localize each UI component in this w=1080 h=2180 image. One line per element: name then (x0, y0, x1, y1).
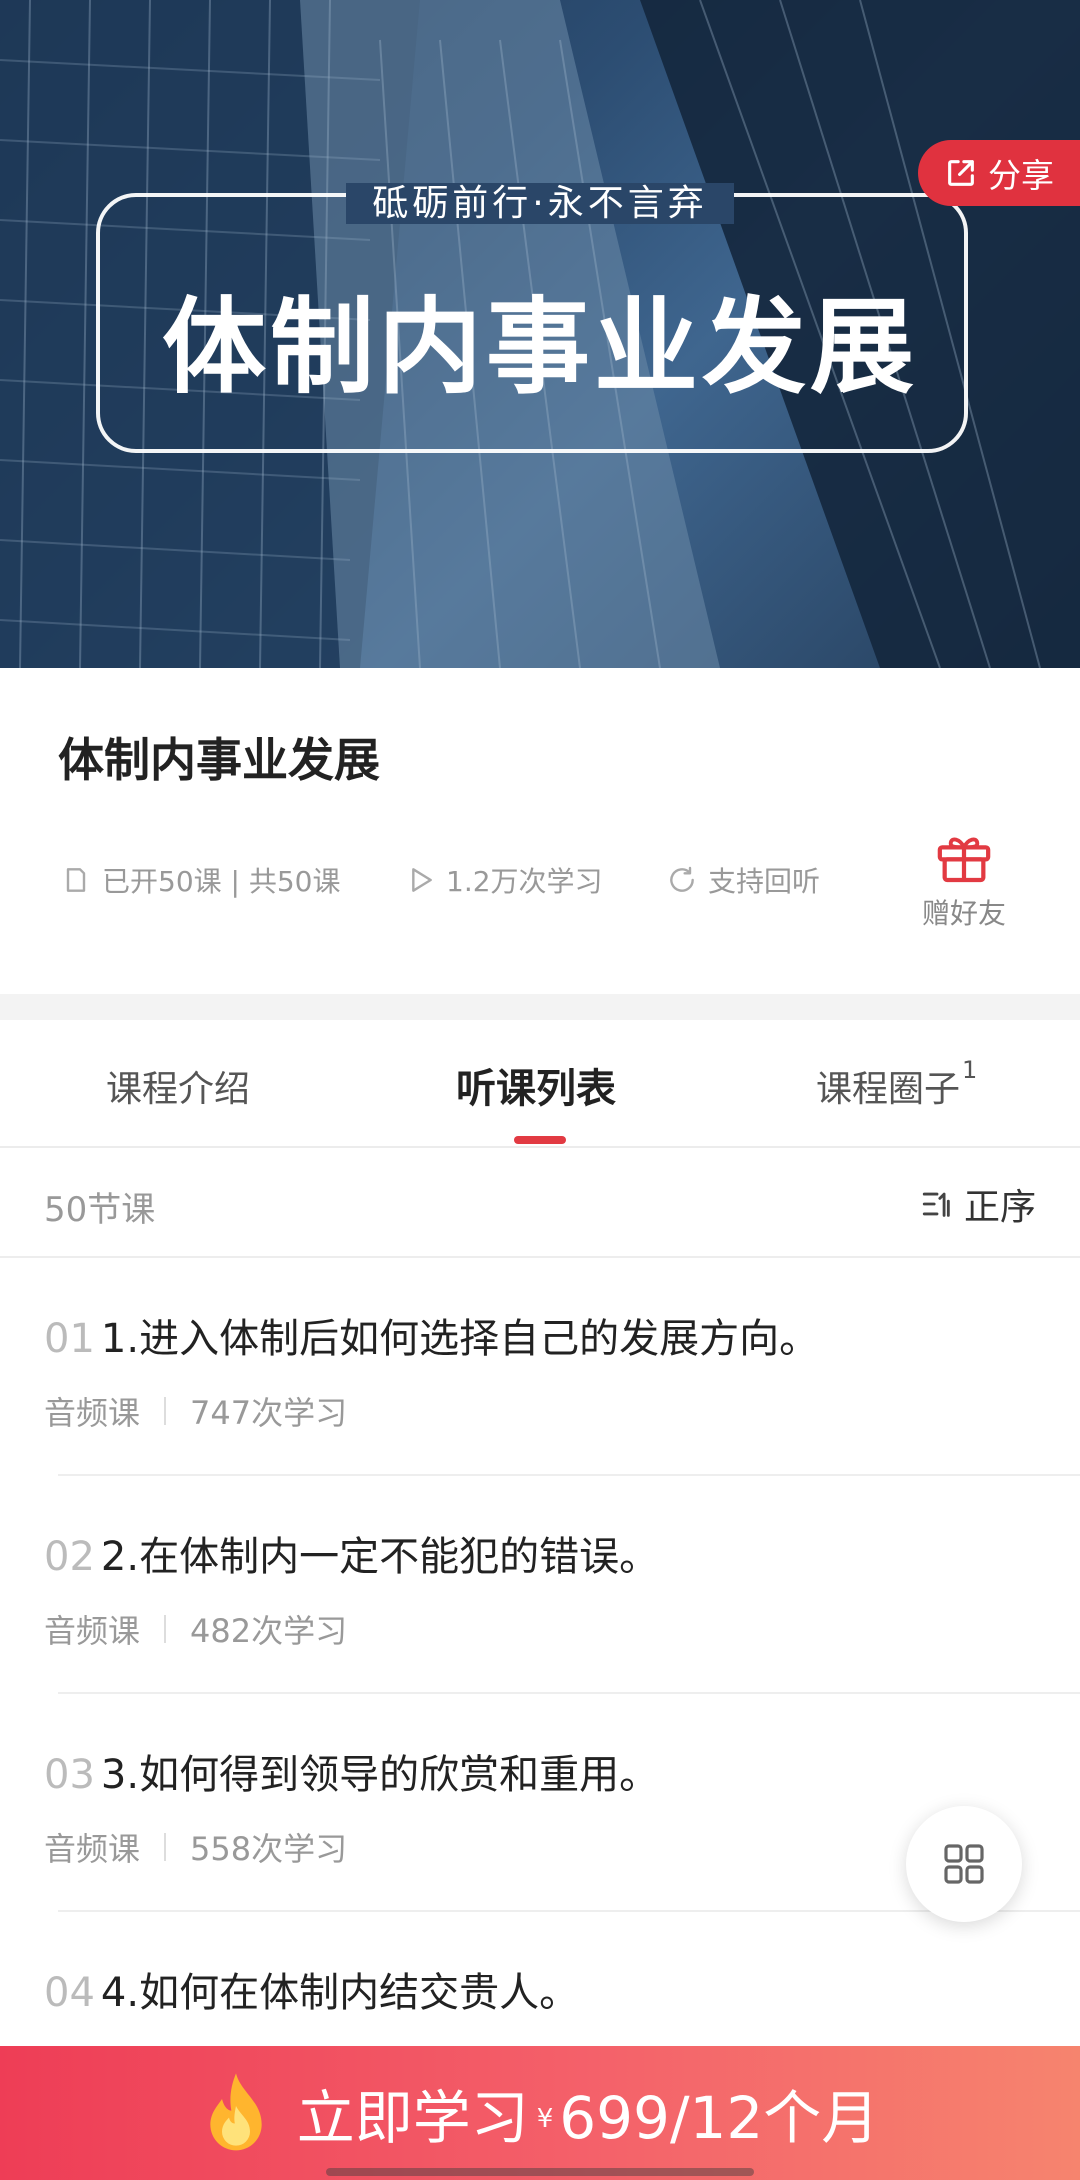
lesson-title: 4.如何在体制内结交贵人。 (100, 1970, 580, 2016)
cta-price: 699/12个月 (559, 2084, 880, 2152)
sort-icon (922, 1192, 950, 1217)
lesson-title: 1.进入体制后如何选择自己的发展方向。 (100, 1316, 820, 1362)
home-indicator (326, 2168, 754, 2176)
course-banner: 砥砺前行·永不言弃 体制内事业发展 分享 (0, 0, 1080, 668)
replay-meta: 支持回听 (666, 858, 820, 902)
tab-bar: 课程介绍 听课列表 课程圈子1 (0, 1020, 1080, 1148)
lesson-title: 3.如何得到领导的欣赏和重用。 (100, 1752, 660, 1798)
lesson-item[interactable]: 01 1.进入体制后如何选择自己的发展方向。 音频课 747次学习 (0, 1258, 1080, 1476)
banner-title: 体制内事业发展 (161, 286, 918, 408)
gift-label: 赠好友 (921, 897, 1006, 930)
banner-subtitle: 砥砺前行·永不言弃 (0, 174, 1080, 226)
lesson-title: 2.在体制内一定不能犯的错误。 (100, 1534, 660, 1580)
document-icon (66, 868, 86, 892)
lesson-type: 音频课 (44, 1612, 141, 1650)
section-divider (0, 994, 1080, 1020)
plays-meta: 1.2万次学习 (404, 858, 603, 902)
study-now-button[interactable]: 立即学习 ¥ 699/12个月 (0, 2046, 1080, 2180)
sort-button[interactable]: 正序 (920, 1178, 1036, 1230)
lesson-plays: 747次学习 (190, 1394, 348, 1432)
lessons-meta-text: 已开50课 | 共50课 (102, 865, 341, 898)
share-label: 分享 (988, 156, 1054, 195)
lesson-count: 50节课 (44, 1190, 156, 1230)
lesson-title-row: 01 1.进入体制后如何选择自己的发展方向。 (44, 1306, 819, 1364)
tab-lesson-list[interactable]: 听课列表 (456, 1056, 616, 1114)
meta-separator (164, 1833, 167, 1861)
gift-friend-button[interactable]: 赠好友 (916, 830, 1012, 932)
lesson-type: 音频课 (44, 1830, 141, 1868)
lesson-number: 04 (44, 1970, 95, 2016)
lesson-number: 02 (44, 1534, 95, 1580)
lessons-meta: 已开50课 | 共50课 (60, 858, 341, 902)
play-icon (412, 868, 432, 892)
lesson-meta: 音频课 558次学习 (44, 1824, 347, 1870)
replay-icon (670, 866, 694, 892)
floating-menu-button[interactable] (906, 1806, 1022, 1922)
lesson-meta: 音频课 482次学习 (44, 1606, 347, 1652)
replay-meta-text: 支持回听 (708, 865, 821, 898)
lesson-meta: 音频课 747次学习 (44, 1388, 347, 1434)
flame-icon (210, 2073, 262, 2151)
lesson-number: 03 (44, 1752, 95, 1798)
gift-icon (937, 837, 991, 883)
share-button[interactable]: 分享 (918, 140, 1080, 206)
lesson-plays: 558次学习 (190, 1830, 348, 1868)
lesson-title-row: 04 4.如何在体制内结交贵人。 (44, 1960, 579, 2018)
cta-currency: ¥ (536, 2104, 554, 2134)
course-detail-page: 砥砺前行·永不言弃 体制内事业发展 分享 体制内事业发展 已开50课 | 共50… (0, 0, 1080, 2180)
course-title: 体制内事业发展 (58, 733, 380, 787)
plays-meta-text: 1.2万次学习 (446, 865, 603, 898)
share-icon (948, 160, 974, 186)
lesson-plays: 482次学习 (190, 1612, 348, 1650)
lesson-type: 音频课 (44, 1394, 141, 1432)
tab-badge: 1 (962, 1056, 978, 1084)
lesson-title-row: 02 2.在体制内一定不能犯的错误。 (44, 1524, 659, 1582)
meta-separator (164, 1615, 167, 1643)
list-header: 50节课 正序 (0, 1150, 1080, 1258)
tab-course-circle[interactable]: 课程圈子1 (816, 1056, 977, 1112)
lesson-item[interactable]: 02 2.在体制内一定不能犯的错误。 音频课 482次学习 (0, 1476, 1080, 1694)
cta-label: 立即学习 (296, 2084, 529, 2152)
tab-course-intro[interactable]: 课程介绍 (106, 1060, 250, 1112)
lesson-number: 01 (44, 1316, 95, 1362)
grid-icon (944, 1844, 984, 1884)
sort-label: 正序 (963, 1187, 1036, 1228)
meta-separator (164, 1397, 167, 1425)
active-tab-indicator (514, 1136, 566, 1144)
lesson-title-row: 03 3.如何得到领导的欣赏和重用。 (44, 1742, 659, 1800)
